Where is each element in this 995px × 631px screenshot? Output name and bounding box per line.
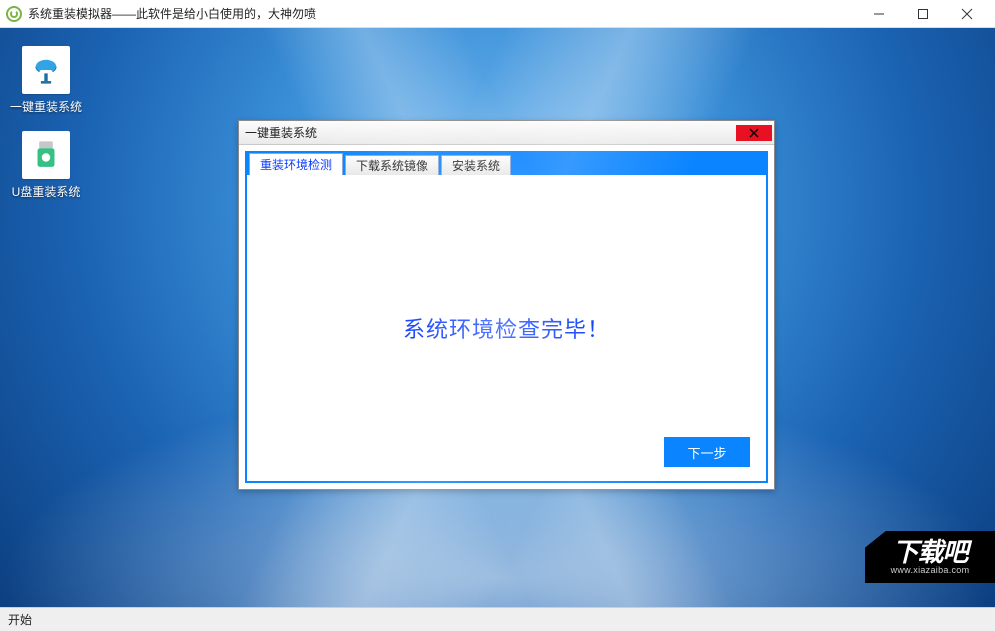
app-window-title: 一键重装系统	[245, 124, 317, 141]
window-controls	[857, 0, 989, 28]
app-window: 一键重装系统 重装环境检测 下载系统镜像 安装系统 系统环境检查完毕！ 下一步	[238, 120, 775, 490]
watermark-url: www.xiazaiba.com	[891, 565, 970, 575]
maximize-button[interactable]	[901, 0, 945, 28]
app-window-header[interactable]: 一键重装系统	[239, 121, 774, 145]
tab-label: 重装环境检测	[260, 156, 332, 173]
desktop-area: 一键重装系统 U盘重装系统 一键重装系统 重装环境检测	[0, 28, 995, 607]
usb-icon	[22, 131, 70, 179]
watermark-text: 下载吧	[892, 539, 967, 565]
desktop-icon-label: U盘重装系统	[12, 183, 81, 200]
app-icon	[6, 6, 22, 22]
tab-bar: 重装环境检测 下载系统镜像 安装系统	[247, 153, 766, 175]
next-button[interactable]: 下一步	[664, 437, 750, 467]
tab-download-image[interactable]: 下载系统镜像	[345, 155, 439, 175]
window-titlebar: 系统重装模拟器——此软件是给小白使用的，大神勿喷	[0, 0, 995, 28]
window-title: 系统重装模拟器——此软件是给小白使用的，大神勿喷	[28, 5, 316, 22]
start-button[interactable]: 开始	[8, 611, 32, 628]
desktop-icon-label: 一键重装系统	[10, 98, 82, 115]
minimize-button[interactable]	[857, 0, 901, 28]
tab-label: 安装系统	[452, 157, 500, 174]
app-body: 重装环境检测 下载系统镜像 安装系统 系统环境检查完毕！ 下一步	[245, 151, 768, 483]
tab-install-system[interactable]: 安装系统	[441, 155, 511, 175]
taskbar: 开始	[0, 607, 995, 631]
close-button[interactable]	[945, 0, 989, 28]
desktop-icon-usb-reinstall[interactable]: U盘重装系统	[10, 131, 82, 200]
reinstall-icon	[22, 46, 70, 94]
app-close-button[interactable]	[736, 125, 772, 141]
watermark: 下载吧 www.xiazaiba.com	[865, 531, 995, 583]
desktop-icons: 一键重装系统 U盘重装系统	[10, 46, 82, 200]
desktop-icon-one-key-reinstall[interactable]: 一键重装系统	[10, 46, 82, 115]
tab-label: 下载系统镜像	[356, 157, 428, 174]
status-message: 系统环境检查完毕！	[247, 175, 766, 481]
tab-env-check[interactable]: 重装环境检测	[249, 153, 343, 175]
